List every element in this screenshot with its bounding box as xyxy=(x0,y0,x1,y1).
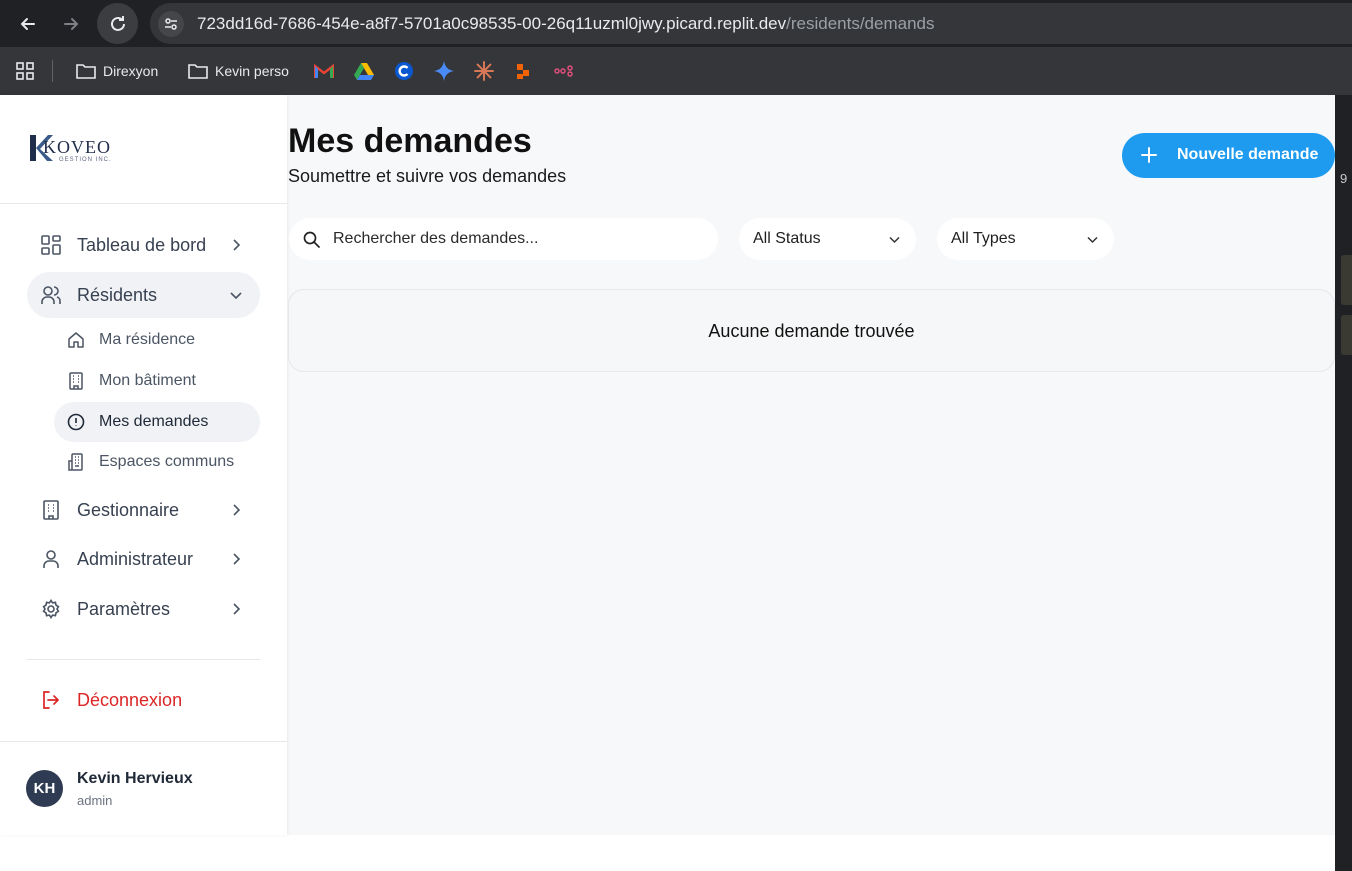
alert-circle-icon xyxy=(67,413,85,431)
bookmark-label: Direxyon xyxy=(103,63,159,79)
address-bar[interactable]: 723dd16d-7686-454e-a8f7-5701a0c98535-00-… xyxy=(150,3,1352,44)
site-info-icon[interactable] xyxy=(158,11,184,37)
folder-icon xyxy=(76,64,96,79)
page-title: Mes demandes xyxy=(288,122,532,160)
user-role: admin xyxy=(77,793,113,808)
sidebar-item-parametres[interactable]: Paramètres xyxy=(27,586,260,632)
forward-button[interactable] xyxy=(56,9,86,39)
sidebar-item-residents[interactable]: Résidents xyxy=(27,272,260,318)
devtools-panel xyxy=(1341,315,1352,355)
koveo-logo[interactable]: KOVEO GESTION INC. xyxy=(28,133,128,167)
sidebar-subitem-ma-residence[interactable]: Ma résidence xyxy=(54,320,260,360)
building-icon xyxy=(68,453,83,471)
arrow-right-icon xyxy=(64,18,79,30)
devtools-digit: 9 xyxy=(1340,171,1348,186)
bookmark-label: Kevin perso xyxy=(215,63,289,79)
logout-icon xyxy=(43,691,60,709)
devtools-panel xyxy=(1341,255,1352,305)
claude-icon[interactable] xyxy=(473,60,495,82)
sidebar-item-administrateur[interactable]: Administrateur xyxy=(27,536,260,582)
bookmark-kevin-perso[interactable]: Kevin perso xyxy=(188,59,289,83)
bookmarks-bar: Direxyon Kevin perso xyxy=(0,47,1352,95)
sidebar-subitem-label: Ma résidence xyxy=(99,331,196,348)
sidebar-item-label: Administrateur xyxy=(77,548,194,569)
new-demand-button[interactable]: Nouvelle demande xyxy=(1122,133,1335,178)
folder-icon xyxy=(188,64,208,79)
search-input[interactable] xyxy=(333,228,703,250)
sidebar-divider xyxy=(0,203,287,204)
logo-text: KOVEO xyxy=(43,137,111,157)
url-path: /residents/demands xyxy=(786,14,935,33)
gmail-icon[interactable] xyxy=(313,60,335,82)
url-host: 723dd16d-7686-454e-a8f7-5701a0c98535-00-… xyxy=(197,14,787,33)
plus-icon xyxy=(1141,147,1157,163)
link-icon[interactable] xyxy=(553,60,575,82)
url-text: 723dd16d-7686-454e-a8f7-5701a0c98535-00-… xyxy=(197,14,935,34)
chevron-down-icon xyxy=(889,236,900,244)
new-demand-label: Nouvelle demande xyxy=(1177,146,1319,163)
devtools-strip: 9 xyxy=(1335,95,1352,871)
type-filter-select[interactable]: All Types xyxy=(937,218,1114,260)
sidebar-subitem-mes-demandes[interactable]: Mes demandes xyxy=(54,402,260,442)
sidebar-divider xyxy=(26,659,260,660)
app-icon[interactable] xyxy=(513,60,535,82)
bookmarks-separator xyxy=(52,60,53,82)
empty-state-card: Aucune demande trouvée xyxy=(288,289,1335,372)
google-drive-icon[interactable] xyxy=(353,60,375,82)
building-icon xyxy=(69,372,83,390)
logout-label: Déconnexion xyxy=(77,689,183,710)
bookmark-direxyon[interactable]: Direxyon xyxy=(76,59,158,83)
c-icon[interactable] xyxy=(393,60,415,82)
sidebar-subitem-label: Mon bâtiment xyxy=(99,372,196,389)
type-filter-value: All Types xyxy=(951,230,1016,247)
chevron-down-icon xyxy=(230,292,242,300)
search-box xyxy=(289,218,718,260)
chevron-right-icon xyxy=(233,239,241,251)
page-subtitle: Soumettre et suivre vos demandes xyxy=(288,166,567,186)
search-icon xyxy=(303,231,320,248)
chevron-right-icon xyxy=(233,504,241,516)
building-icon xyxy=(43,500,59,520)
gemini-icon[interactable] xyxy=(433,60,455,82)
sidebar-subitem-espaces-communs[interactable]: Espaces communs xyxy=(54,442,260,482)
logout-button[interactable]: Déconnexion xyxy=(27,677,260,723)
chevron-right-icon xyxy=(233,553,241,565)
sidebar-item-label: Tableau de bord xyxy=(77,234,207,255)
avatar[interactable]: KH xyxy=(26,770,63,807)
status-filter-value: All Status xyxy=(753,230,821,247)
chevron-down-icon xyxy=(1087,236,1098,244)
sidebar-item-label: Paramètres xyxy=(77,598,171,619)
sidebar-item-label: Résidents xyxy=(77,284,158,305)
user-name: Kevin Hervieux xyxy=(77,770,193,787)
sidebar-subitem-label: Espaces communs xyxy=(99,453,235,470)
browser-toolbar: 723dd16d-7686-454e-a8f7-5701a0c98535-00-… xyxy=(0,0,1352,47)
sidebar-item-label: Gestionnaire xyxy=(77,499,180,520)
sidebar-subitem-label: Mes demandes xyxy=(99,413,209,430)
chevron-right-icon xyxy=(233,603,241,615)
dashboard-icon xyxy=(41,235,61,255)
apps-icon[interactable] xyxy=(14,60,36,82)
sidebar-item-gestionnaire[interactable]: Gestionnaire xyxy=(27,487,260,533)
users-icon xyxy=(41,286,61,304)
arrow-left-icon xyxy=(20,18,35,30)
sidebar-divider xyxy=(0,741,287,742)
gear-icon xyxy=(42,599,60,619)
sidebar-item-dashboard[interactable]: Tableau de bord xyxy=(27,222,260,268)
empty-state-message: Aucune demande trouvée xyxy=(708,321,915,341)
user-icon xyxy=(43,550,59,568)
reload-icon xyxy=(103,9,133,39)
status-filter-select[interactable]: All Status xyxy=(739,218,916,260)
back-button[interactable] xyxy=(13,9,43,39)
sidebar: KOVEO GESTION INC. Tableau de bord Résid… xyxy=(0,95,287,835)
sidebar-subitem-mon-batiment[interactable]: Mon bâtiment xyxy=(54,361,260,401)
logo-subtext: GESTION INC. xyxy=(59,157,112,163)
home-icon xyxy=(68,332,84,348)
